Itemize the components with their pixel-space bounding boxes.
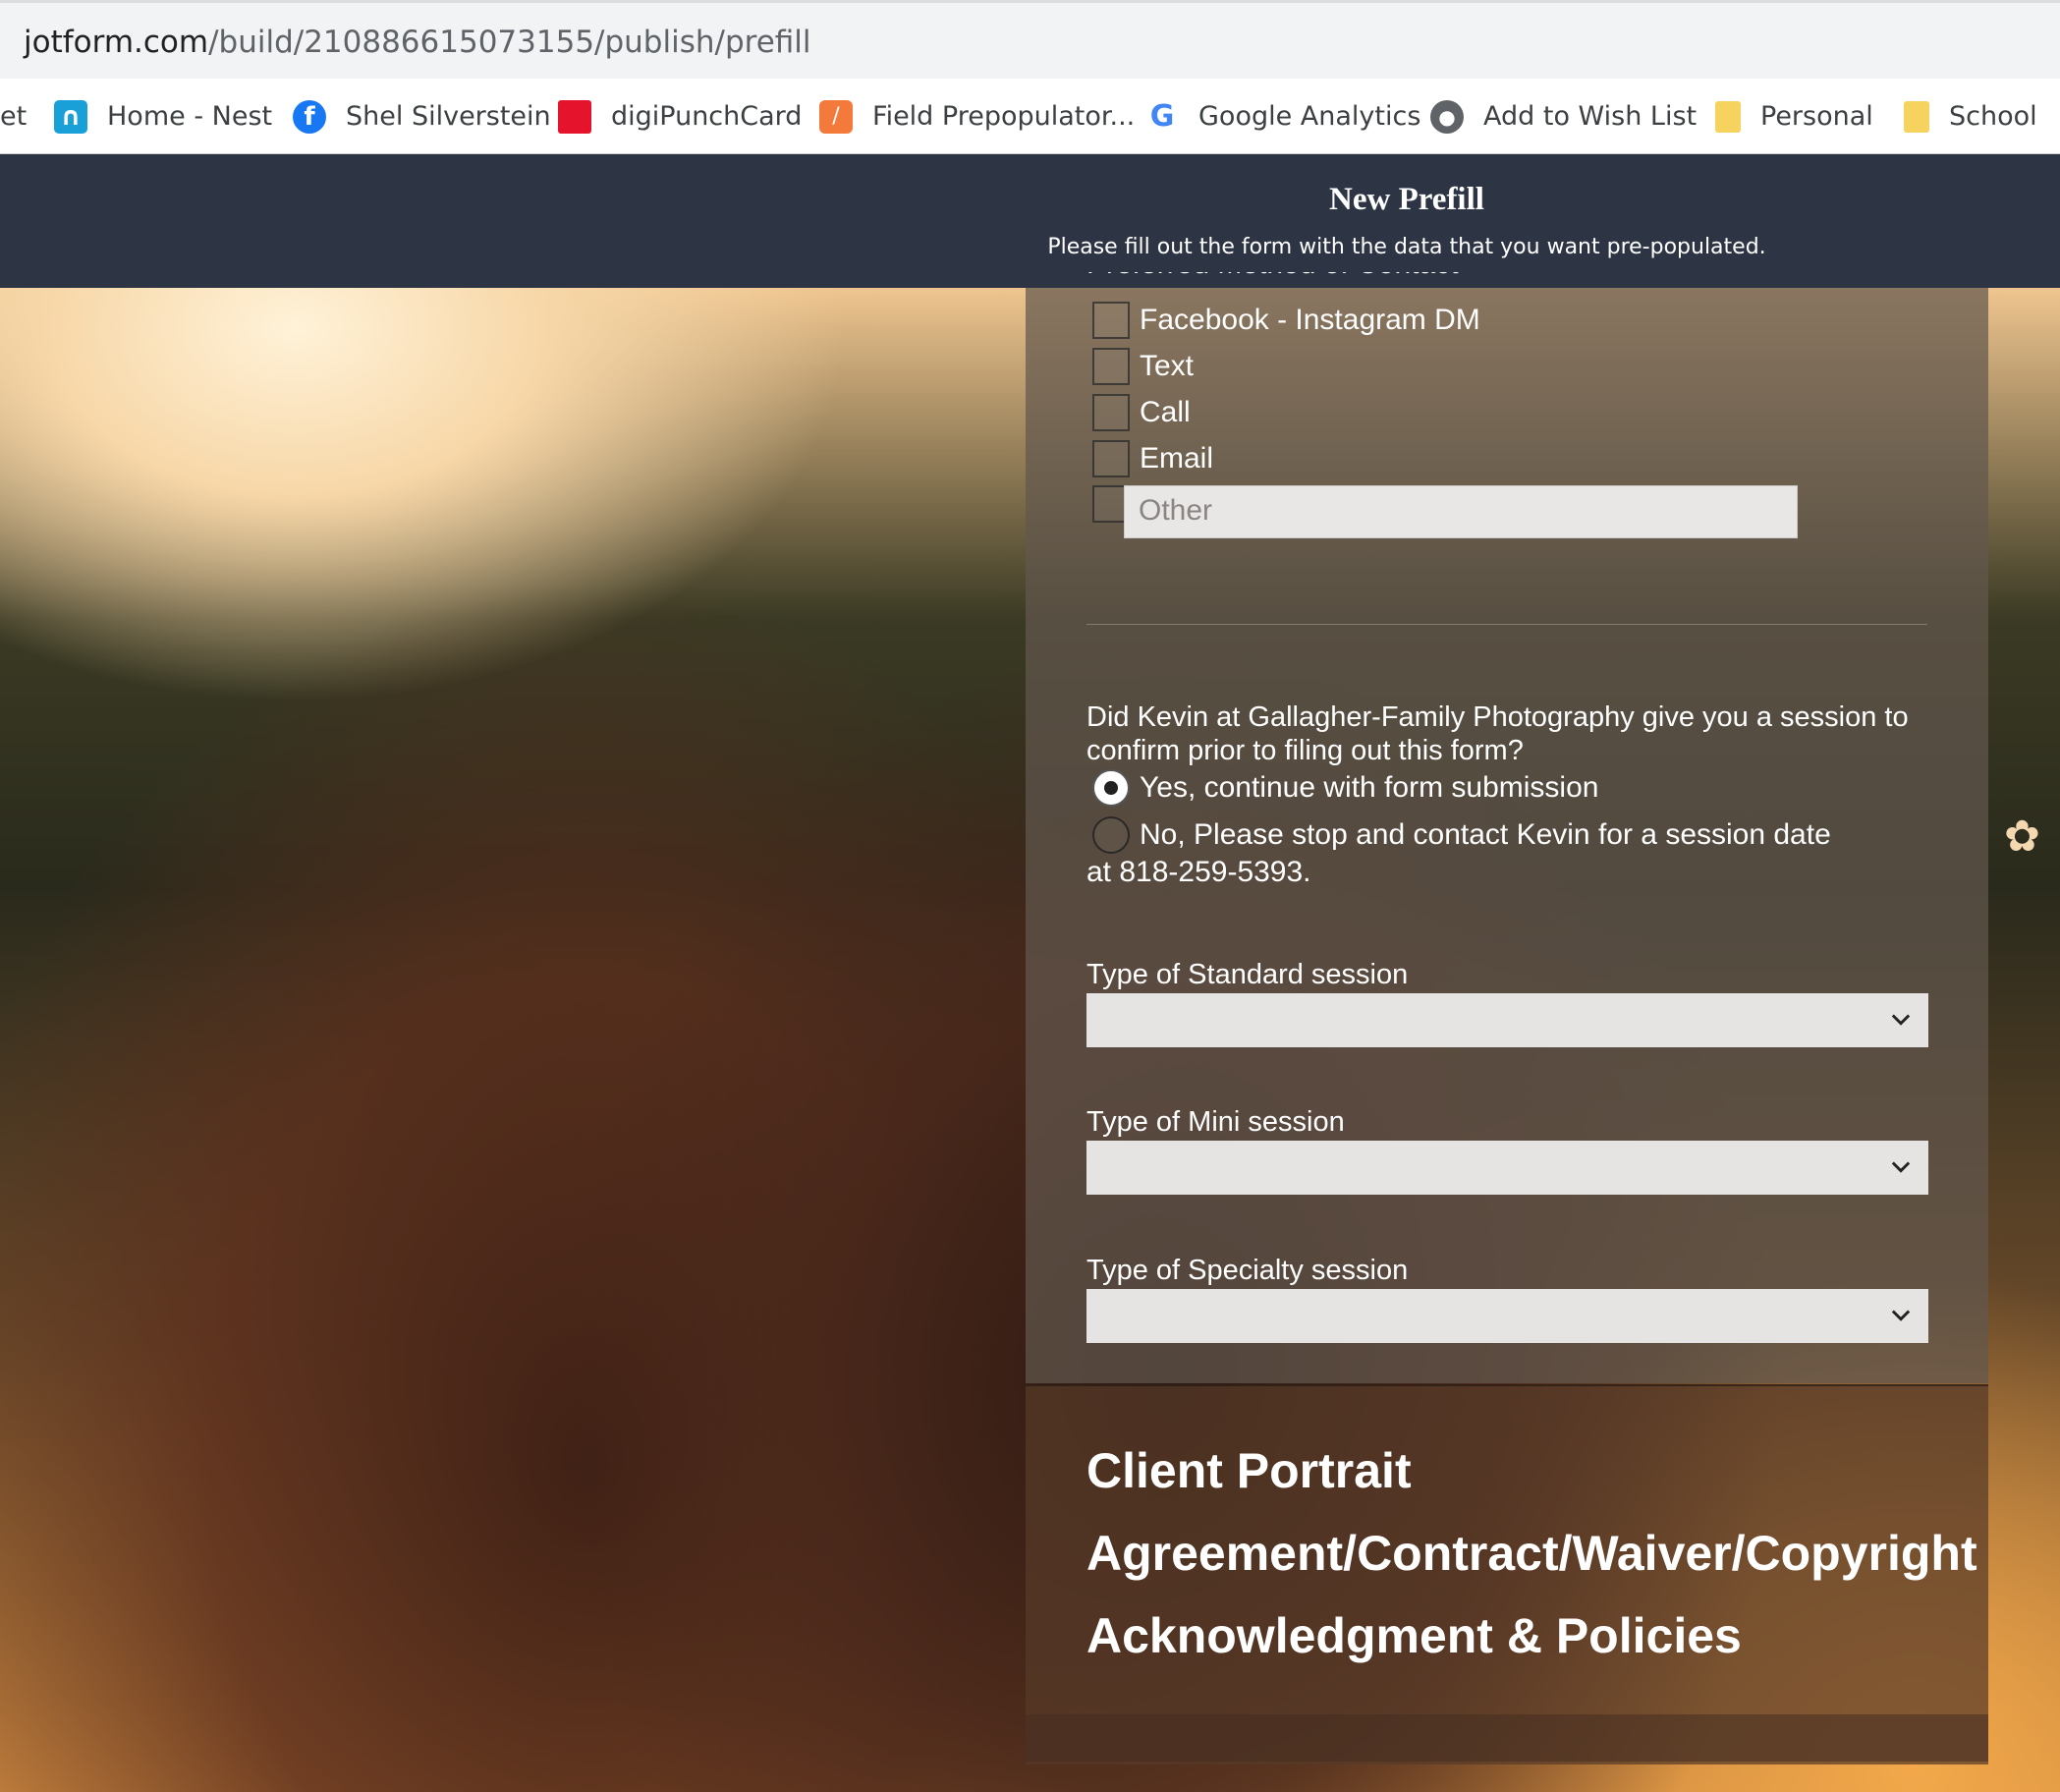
flower-decoration: ✿	[2004, 812, 2040, 861]
nest-icon: ∩	[54, 99, 87, 134]
globe-icon: ●	[1430, 99, 1464, 134]
prefill-header: New Prefill Please fill out the form wit…	[0, 154, 2060, 288]
chevron-down-icon	[1891, 1310, 1911, 1321]
folder-icon	[1715, 100, 1741, 133]
radio-button[interactable]	[1092, 816, 1130, 854]
checkbox-text[interactable]: Text	[1092, 347, 1194, 386]
radio-phone-continuation: at 818-259-5393.	[1086, 856, 1311, 888]
radio-no-stop[interactable]: No, Please stop and contact Kevin for a …	[1092, 814, 1831, 856]
chevron-down-icon	[1891, 1161, 1911, 1173]
panel-bottom-strip	[1026, 1714, 1988, 1762]
mini-session-select[interactable]	[1086, 1141, 1928, 1195]
checkbox[interactable]	[1092, 440, 1130, 477]
checkbox-facebook-instagram[interactable]: Facebook - Instagram DM	[1092, 301, 1480, 340]
bookmark-add-to-wish-list[interactable]: ● Add to Wish List	[1430, 79, 1697, 154]
standard-session-select[interactable]	[1086, 993, 1928, 1047]
prepopulator-icon: /	[819, 99, 853, 134]
bookmark-shel-silverstein[interactable]: f Shel Silverstein	[293, 79, 551, 154]
prefill-subtitle: Please fill out the form with the data t…	[1047, 235, 1766, 259]
url-text[interactable]: jotform.com/build/210886615073155/publis…	[24, 25, 811, 60]
section-heading: Client Portrait Agreement/Contract/Waive…	[1086, 1443, 1977, 1663]
bookmarks-bar: et ∩ Home - Nest f Shel Silverstein digi…	[0, 79, 2060, 154]
checkbox-call[interactable]: Call	[1092, 393, 1191, 432]
bookmark-digipunchcard[interactable]: digiPunchCard	[558, 79, 802, 154]
checkbox-email[interactable]: Email	[1092, 439, 1213, 478]
bookmark-google-analytics[interactable]: G Google Analytics	[1145, 79, 1421, 154]
bookmark-folder-personal[interactable]: Personal	[1715, 79, 1873, 154]
chevron-down-icon	[1891, 1014, 1911, 1026]
bookmark-field-prepopulator[interactable]: / Field Prepopulator...	[819, 79, 1135, 154]
checkbox[interactable]	[1092, 394, 1130, 431]
contact-method-label: Preferred Method of Contact	[1086, 272, 1459, 294]
session-confirm-question: Did Kevin at Gallagher-Family Photograph…	[1086, 701, 1909, 766]
radio-yes-continue[interactable]: Yes, continue with form submission	[1092, 767, 1598, 809]
checkbox[interactable]	[1092, 302, 1130, 339]
other-input[interactable]: Other	[1124, 485, 1798, 538]
mini-session-label: Type of Mini session	[1086, 1106, 1345, 1138]
prefill-title: New Prefill	[1329, 182, 1484, 217]
folder-icon	[1904, 100, 1929, 133]
specialty-session-select[interactable]	[1086, 1289, 1928, 1343]
bookmark-folder-school[interactable]: School	[1904, 79, 2037, 154]
address-bar[interactable]: jotform.com/build/210886615073155/publis…	[0, 0, 2060, 79]
facebook-icon: f	[293, 99, 326, 134]
radio-button[interactable]	[1092, 769, 1130, 807]
checkbox[interactable]	[1092, 348, 1130, 385]
bookmark-cutoff[interactable]: et	[0, 79, 27, 154]
standard-session-label: Type of Standard session	[1086, 959, 1409, 990]
specialty-session-label: Type of Specialty session	[1086, 1255, 1409, 1286]
bookmark-home-nest[interactable]: ∩ Home - Nest	[54, 79, 272, 154]
google-icon: G	[1149, 99, 1175, 134]
punchcard-icon	[558, 99, 591, 134]
section-divider	[1086, 624, 1927, 625]
